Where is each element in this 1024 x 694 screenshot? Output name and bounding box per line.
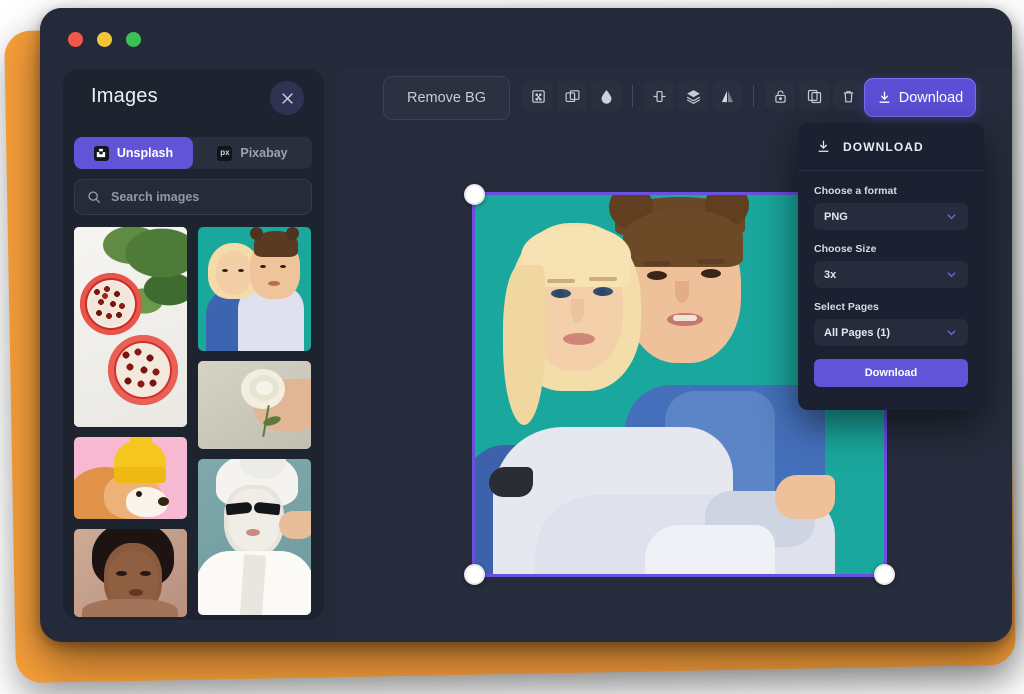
layers-icon	[685, 88, 702, 105]
format-select-value: PNG	[824, 211, 848, 223]
duplicate-icon	[564, 88, 581, 105]
grid-column-right	[198, 227, 311, 615]
chevron-down-icon	[945, 326, 958, 339]
chevron-down-icon	[945, 268, 958, 281]
pixabay-icon-text: px	[220, 149, 229, 157]
download-button[interactable]: Download	[864, 78, 976, 117]
tab-pixabay[interactable]: px Pixabay	[193, 137, 312, 169]
crop-icon	[530, 88, 547, 105]
lock-tool-button[interactable]	[765, 81, 795, 111]
list-item[interactable]	[74, 529, 187, 617]
list-item[interactable]	[198, 459, 311, 615]
list-item[interactable]	[74, 437, 187, 519]
stage: Images Unsplash px	[0, 0, 1024, 694]
droplet-icon	[598, 88, 615, 105]
size-label: Choose Size	[814, 243, 968, 255]
flip-tool-button[interactable]	[712, 81, 742, 111]
chevron-down-icon	[945, 210, 958, 223]
images-panel: Images Unsplash px	[63, 69, 324, 620]
editor-canvas[interactable]: Remove BG	[337, 69, 1012, 642]
download-icon	[877, 90, 892, 105]
toolbar-divider	[753, 85, 754, 107]
window-maximize-button[interactable]	[126, 32, 141, 47]
traffic-lights	[68, 32, 141, 47]
remove-bg-button[interactable]: Remove BG	[383, 76, 510, 120]
pages-select-value: All Pages (1)	[824, 327, 890, 339]
close-panel-button[interactable]	[270, 81, 304, 115]
images-panel-header: Images	[63, 69, 324, 131]
window-close-button[interactable]	[68, 32, 83, 47]
flip-horizontal-icon	[719, 88, 736, 105]
duplicate-tool-button[interactable]	[557, 81, 587, 111]
app-window: Images Unsplash px	[40, 8, 1012, 642]
list-item[interactable]	[198, 227, 311, 351]
format-label: Choose a format	[814, 185, 968, 197]
list-item[interactable]	[198, 361, 311, 449]
lock-icon	[772, 88, 789, 105]
download-panel-title: DOWNLOAD	[843, 140, 924, 154]
opacity-tool-button[interactable]	[591, 81, 621, 111]
format-select[interactable]: PNG	[814, 203, 968, 230]
download-panel-body: Choose a format PNG Choose Size 3x Selec…	[798, 171, 984, 387]
source-tabs: Unsplash px Pixabay	[74, 137, 312, 169]
align-tool-button[interactable]	[644, 81, 674, 111]
resize-handle-top-left[interactable]	[464, 184, 485, 205]
page-title: Images	[91, 85, 158, 108]
pages-select[interactable]: All Pages (1)	[814, 319, 968, 346]
tab-unsplash[interactable]: Unsplash	[74, 137, 193, 169]
size-select[interactable]: 3x	[814, 261, 968, 288]
copy-icon	[806, 88, 823, 105]
layers-tool-button[interactable]	[678, 81, 708, 111]
download-dropdown-panel: DOWNLOAD Choose a format PNG Choose Size…	[798, 123, 984, 410]
resize-handle-bottom-left[interactable]	[464, 564, 485, 585]
title-bar	[40, 8, 1012, 68]
window-minimize-button[interactable]	[97, 32, 112, 47]
search-input[interactable]: Search images	[74, 179, 312, 215]
object-toolbar	[523, 81, 863, 111]
download-panel-header: DOWNLOAD	[798, 123, 984, 171]
search-icon	[87, 190, 101, 204]
crop-tool-button[interactable]	[523, 81, 553, 111]
image-results-grid	[74, 227, 313, 607]
pixabay-icon: px	[217, 146, 232, 161]
tab-pixabay-label: Pixabay	[240, 146, 287, 160]
copy-tool-button[interactable]	[799, 81, 829, 111]
close-icon	[280, 91, 295, 106]
unsplash-icon	[94, 146, 109, 161]
trash-icon	[840, 88, 857, 105]
download-confirm-button[interactable]: Download	[814, 359, 968, 387]
list-item[interactable]	[74, 227, 187, 427]
search-input-placeholder: Search images	[111, 190, 199, 204]
tab-unsplash-label: Unsplash	[117, 146, 173, 160]
size-select-value: 3x	[824, 269, 836, 281]
download-button-label: Download	[899, 90, 964, 106]
delete-tool-button[interactable]	[833, 81, 863, 111]
toolbar-divider	[632, 85, 633, 107]
grid-column-left	[74, 227, 187, 617]
pages-label: Select Pages	[814, 301, 968, 313]
download-icon	[816, 139, 831, 154]
resize-handle-bottom-right[interactable]	[874, 564, 895, 585]
align-center-vertical-icon	[651, 88, 668, 105]
